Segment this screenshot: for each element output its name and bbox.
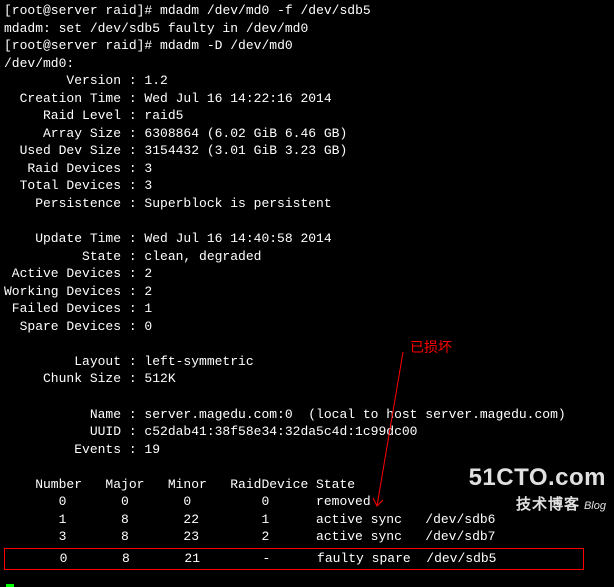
spacer: [4, 388, 610, 406]
faulty-device-row: 0 8 21 - faulty spare /dev/sdb5: [5, 550, 583, 568]
kv-row: Chunk Size : 512K: [4, 370, 610, 388]
annotation-label: 已损坏: [410, 338, 452, 357]
kv-row: Total Devices : 3: [4, 177, 610, 195]
kv-row: Used Dev Size : 3154432 (3.01 GiB 3.23 G…: [4, 142, 610, 160]
spacer: [4, 335, 610, 353]
watermark-sub: 技术博客: [516, 496, 580, 513]
kv-row: Update Time : Wed Jul 16 14:40:58 2014: [4, 230, 610, 248]
table-row: 3 8 23 2 active sync /dev/sdb7: [4, 528, 610, 546]
kv-row: State : clean, degraded: [4, 248, 610, 266]
kv-row: Raid Devices : 3: [4, 160, 610, 178]
command-line-1: [root@server raid]# mdadm /dev/md0 -f /d…: [4, 2, 610, 20]
watermark-tag: Blog: [584, 499, 606, 514]
kv-row: Array Size : 6308864 (6.02 GiB 6.46 GB): [4, 125, 610, 143]
kv-row: Events : 19: [4, 441, 610, 459]
kv-block-1: Version : 1.2 Creation Time : Wed Jul 16…: [4, 72, 610, 212]
output-line-1: mdadm: set /dev/sdb5 faulty in /dev/md0: [4, 20, 610, 38]
kv-row: Failed Devices : 1: [4, 300, 610, 318]
kv-row: Persistence : Superblock is persistent: [4, 195, 610, 213]
kv-block-4: Name : server.magedu.com:0 (local to hos…: [4, 406, 610, 459]
kv-row: Layout : left-symmetric: [4, 353, 610, 371]
kv-row: Active Devices : 2: [4, 265, 610, 283]
kv-block-3: Layout : left-symmetric Chunk Size : 512…: [4, 353, 610, 388]
faulty-device-highlight: 0 8 21 - faulty spare /dev/sdb5: [4, 548, 584, 570]
kv-row: Name : server.magedu.com:0 (local to hos…: [4, 406, 610, 424]
kv-row: Spare Devices : 0: [4, 318, 610, 336]
watermark-main: 51CTO.com: [469, 462, 606, 494]
command-line-2: [root@server raid]# mdadm -D /dev/md0: [4, 37, 610, 55]
kv-row: Creation Time : Wed Jul 16 14:22:16 2014: [4, 90, 610, 108]
kv-row: UUID : c52dab41:38f58e34:32da5c4d:1c99dc…: [4, 423, 610, 441]
kv-row: Version : 1.2: [4, 72, 610, 90]
spacer: [4, 213, 610, 231]
kv-block-2: Update Time : Wed Jul 16 14:40:58 2014 S…: [4, 230, 610, 335]
kv-row: Working Devices : 2: [4, 283, 610, 301]
device-header: /dev/md0:: [4, 55, 610, 73]
watermark: 51CTO.com 技术博客 Blog: [469, 462, 606, 515]
kv-row: Raid Level : raid5: [4, 107, 610, 125]
